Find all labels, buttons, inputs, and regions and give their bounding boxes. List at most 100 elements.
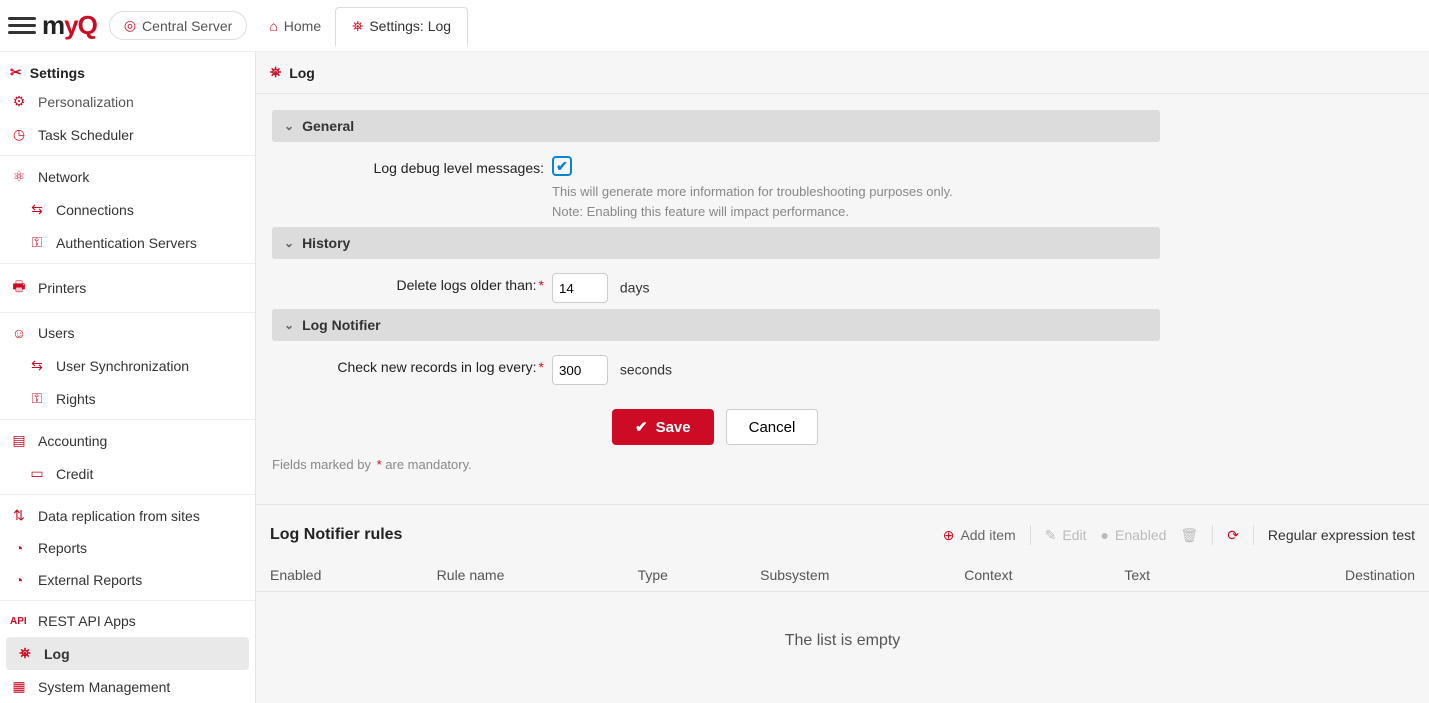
sidebar-item-credit[interactable]: ▭Credit bbox=[0, 457, 255, 490]
check-label: Check new records in log every:* bbox=[272, 355, 552, 375]
sidebar-item-system-management[interactable]: ▦ System Management bbox=[0, 670, 255, 703]
refresh-icon: ⟳ bbox=[1227, 527, 1239, 544]
chevron-down-icon: ⌄ bbox=[284, 119, 294, 133]
connections-icon: ⇆ bbox=[28, 201, 46, 218]
dot-icon: ● bbox=[1101, 527, 1109, 543]
tab-home[interactable]: ⌂ Home bbox=[255, 8, 335, 44]
check-icon: ✔ bbox=[635, 418, 648, 436]
log-page-icon: ⛯ bbox=[270, 64, 281, 81]
settings-tab-icon: ⛯ bbox=[352, 18, 363, 35]
sidebar-item-connections[interactable]: ⇆ Connections bbox=[0, 193, 255, 226]
main-panel: ⛯ Log ⌄ General Log debug level messages… bbox=[256, 52, 1429, 703]
sidebar-item-external-reports[interactable]: ◔ External Reports bbox=[0, 564, 255, 596]
extreports-icon: ◔ bbox=[10, 572, 28, 588]
rights-icon: ⚿ bbox=[28, 390, 46, 407]
sidebar-item-task-scheduler[interactable]: ◷Task Scheduler bbox=[0, 118, 255, 151]
server-selector[interactable]: ◎ Central Server bbox=[109, 11, 247, 40]
sidebar-item-label: Network bbox=[38, 169, 89, 185]
regex-test-button[interactable]: Regular expression test bbox=[1268, 527, 1415, 543]
sidebar: ✂ Settings ⚙ Personalization ◷Task Schedul… bbox=[0, 52, 256, 703]
col-type: Type bbox=[624, 559, 747, 592]
sidebar-item-users[interactable]: ☺ Users bbox=[0, 317, 255, 349]
hamburger-menu-icon[interactable] bbox=[8, 12, 36, 40]
chevron-down-icon: ⌄ bbox=[284, 236, 294, 250]
home-label: Home bbox=[284, 18, 321, 34]
sidebar-item-user-synchronization[interactable]: ⇆ User Synchronization bbox=[0, 349, 255, 382]
col-context: Context bbox=[950, 559, 1110, 592]
mandatory-note: Fields marked by * are mandatory. bbox=[272, 453, 1160, 488]
sysmgmt-icon: ▦ bbox=[10, 678, 28, 695]
sidebar-item-rest-api-apps[interactable]: API REST API Apps bbox=[0, 605, 255, 637]
tab-settings-log[interactable]: ⛯ Settings: Log bbox=[335, 7, 468, 47]
personalization-icon: ⚙ bbox=[10, 93, 28, 110]
debug-help1: This will generate more information for … bbox=[552, 182, 1160, 202]
sidebar-item-rights[interactable]: ⚿Rights bbox=[0, 382, 255, 415]
save-button[interactable]: ✔ Save bbox=[612, 409, 714, 445]
edit-button: ✎Edit bbox=[1045, 527, 1087, 544]
section-notifier[interactable]: ⌄ Log Notifier bbox=[272, 309, 1160, 341]
replication-icon: ⇅ bbox=[10, 507, 28, 524]
check-seconds-input[interactable] bbox=[552, 355, 608, 385]
usersync-icon: ⇆ bbox=[28, 357, 46, 374]
cancel-button[interactable]: Cancel bbox=[726, 409, 819, 445]
rules-title: Log Notifier rules bbox=[270, 526, 402, 544]
sidebar-item-label: Personalization bbox=[38, 94, 134, 110]
sidebar-item-label: Authentication Servers bbox=[56, 235, 197, 251]
sidebar-item-label: Connections bbox=[56, 202, 134, 218]
rules-table: EnabledRule nameTypeSubsystemContextText… bbox=[256, 559, 1429, 592]
sidebar-item-accounting[interactable]: ▤Accounting bbox=[0, 424, 255, 457]
settings-icon: ✂ bbox=[10, 64, 22, 81]
col-enabled: Enabled bbox=[256, 559, 423, 592]
section-history[interactable]: ⌄ History bbox=[272, 227, 1160, 259]
reports-icon: ◔ bbox=[10, 540, 28, 556]
sidebar-item-personalization[interactable]: ⚙ Personalization bbox=[0, 93, 255, 118]
sidebar-item-data-replication-from-sites[interactable]: ⇅ Data replication from sites bbox=[0, 499, 255, 532]
sidebar-item-authentication-servers[interactable]: ⚿Authentication Servers bbox=[0, 226, 255, 259]
sidebar-title: ✂ Settings bbox=[0, 52, 255, 93]
plus-circle-icon: ⊕ bbox=[943, 527, 955, 544]
debug-help2: Note: Enabling this feature will impact … bbox=[552, 202, 1160, 222]
col-subsystem: Subsystem bbox=[746, 559, 950, 592]
sidebar-item-label: User Synchronization bbox=[56, 358, 189, 374]
sidebar-item-log[interactable]: ⛯ Log bbox=[6, 637, 249, 670]
sidebar-item-reports[interactable]: ◔ Reports bbox=[0, 532, 255, 564]
chevron-down-icon: ⌄ bbox=[284, 318, 294, 332]
topbar: myQ ◎ Central Server ⌂ Home ⛯ Settings: … bbox=[0, 0, 1429, 52]
api-icon: API bbox=[10, 616, 28, 627]
refresh-button[interactable]: ⟳ bbox=[1227, 527, 1239, 544]
sidebar-item-printers[interactable]: 🖶Printers bbox=[0, 268, 255, 308]
sidebar-item-label: External Reports bbox=[38, 572, 142, 588]
enabled-button: ●Enabled bbox=[1101, 527, 1167, 543]
delete-unit: days bbox=[620, 280, 650, 296]
sidebar-item-label: Users bbox=[38, 325, 75, 341]
active-tab-label: Settings: Log bbox=[369, 18, 451, 34]
col-text: Text bbox=[1110, 559, 1223, 592]
sidebar-item-label: Printers bbox=[38, 280, 86, 296]
trash-icon: 🗑 bbox=[1180, 527, 1198, 544]
user-icon: ☺ bbox=[10, 325, 28, 341]
debug-label: Log debug level messages: bbox=[272, 156, 552, 176]
delete-days-input[interactable] bbox=[552, 273, 608, 303]
add-item-button[interactable]: ⊕Add item bbox=[943, 527, 1016, 544]
sidebar-item-label: Data replication from sites bbox=[38, 508, 200, 524]
network-icon: ⚛ bbox=[10, 168, 28, 185]
sidebar-item-network[interactable]: ⚛ Network bbox=[0, 160, 255, 193]
sidebar-item-label: System Management bbox=[38, 679, 170, 695]
log-icon: ⛯ bbox=[16, 645, 34, 662]
delete-label: Delete logs older than:* bbox=[272, 273, 552, 293]
sidebar-item-label: Log bbox=[44, 646, 70, 662]
logo: myQ bbox=[42, 10, 97, 41]
sidebar-item-label: Reports bbox=[38, 540, 87, 556]
sidebar-item-label: REST API Apps bbox=[38, 613, 136, 629]
section-general[interactable]: ⌄ General bbox=[272, 110, 1160, 142]
debug-checkbox[interactable]: ✔ bbox=[552, 156, 572, 176]
page-title: ⛯ Log bbox=[256, 52, 1429, 94]
col-rule-name: Rule name bbox=[423, 559, 624, 592]
sidebar-item-label: Credit bbox=[56, 466, 93, 482]
rules-toolbar: ⊕Add item ✎Edit ●Enabled 🗑 ⟳ Regular exp… bbox=[943, 525, 1415, 545]
check-unit: seconds bbox=[620, 362, 672, 378]
empty-state: The list is empty bbox=[256, 592, 1429, 690]
clock-icon: ◷ bbox=[10, 126, 28, 143]
accounting-icon: ▤ bbox=[10, 432, 28, 449]
location-icon: ◎ bbox=[124, 17, 136, 34]
